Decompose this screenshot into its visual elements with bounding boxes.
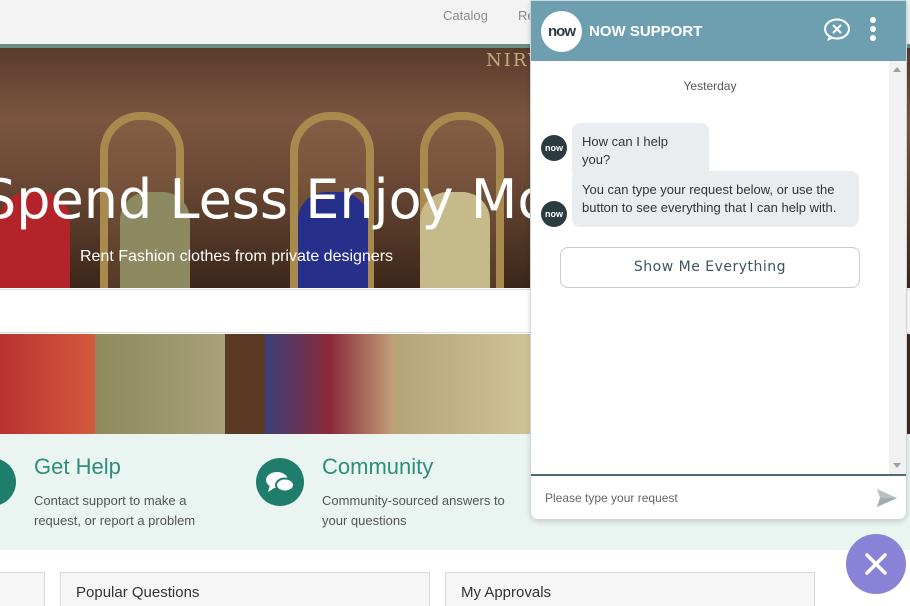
popular-questions-card: Popular Questions [60,572,430,606]
bot-avatar: now [541,135,567,161]
more-options-icon[interactable] [867,17,879,45]
get-help-description: Contact support to make a request, or re… [34,493,196,528]
my-approvals-card: My Approvals [445,572,815,606]
dress-image [395,334,530,434]
help-icon[interactable] [0,458,16,506]
chat-messages: Yesterday now How can I help you? now Yo… [531,61,889,474]
dress-image [265,334,395,434]
chat-scrollbar[interactable] [889,61,906,474]
my-approvals-title: My Approvals [461,584,552,601]
nav-link-catalog[interactable]: Catalog [443,8,488,23]
hero-title: Spend Less Enjoy More [0,168,605,231]
scroll-down-icon[interactable] [893,463,901,468]
scroll-up-icon[interactable] [893,67,901,72]
card-partial [0,572,45,606]
send-icon[interactable] [876,488,898,508]
chat-header: now NOW SUPPORT [531,1,906,61]
dress-image [225,334,265,434]
dress-image [95,334,225,434]
chat-input-area [531,474,906,519]
community-title[interactable]: Community [322,454,433,480]
chat-bubbles-icon[interactable] [256,458,304,506]
chat-panel: now NOW SUPPORT Yesterday now How can I … [530,0,907,520]
popular-questions-title: Popular Questions [76,584,200,601]
bot-avatar: now [541,201,567,227]
dress-image [0,334,95,434]
show-me-everything-button[interactable]: Show Me Everything [560,247,860,288]
hero-subtitle: Rent Fashion clothes from private design… [80,248,394,265]
close-icon [865,553,887,575]
now-logo: now [541,11,582,52]
end-conversation-icon[interactable] [823,18,851,42]
chat-title: NOW SUPPORT [589,23,703,40]
get-help-title[interactable]: Get Help [34,454,121,480]
community-description: Community-sourced answers to your questi… [322,493,505,528]
bot-message: You can type your request below, or use … [572,171,859,227]
day-separator: Yesterday [683,79,737,93]
close-chat-button[interactable] [846,534,906,594]
chat-message-input[interactable] [545,486,855,510]
